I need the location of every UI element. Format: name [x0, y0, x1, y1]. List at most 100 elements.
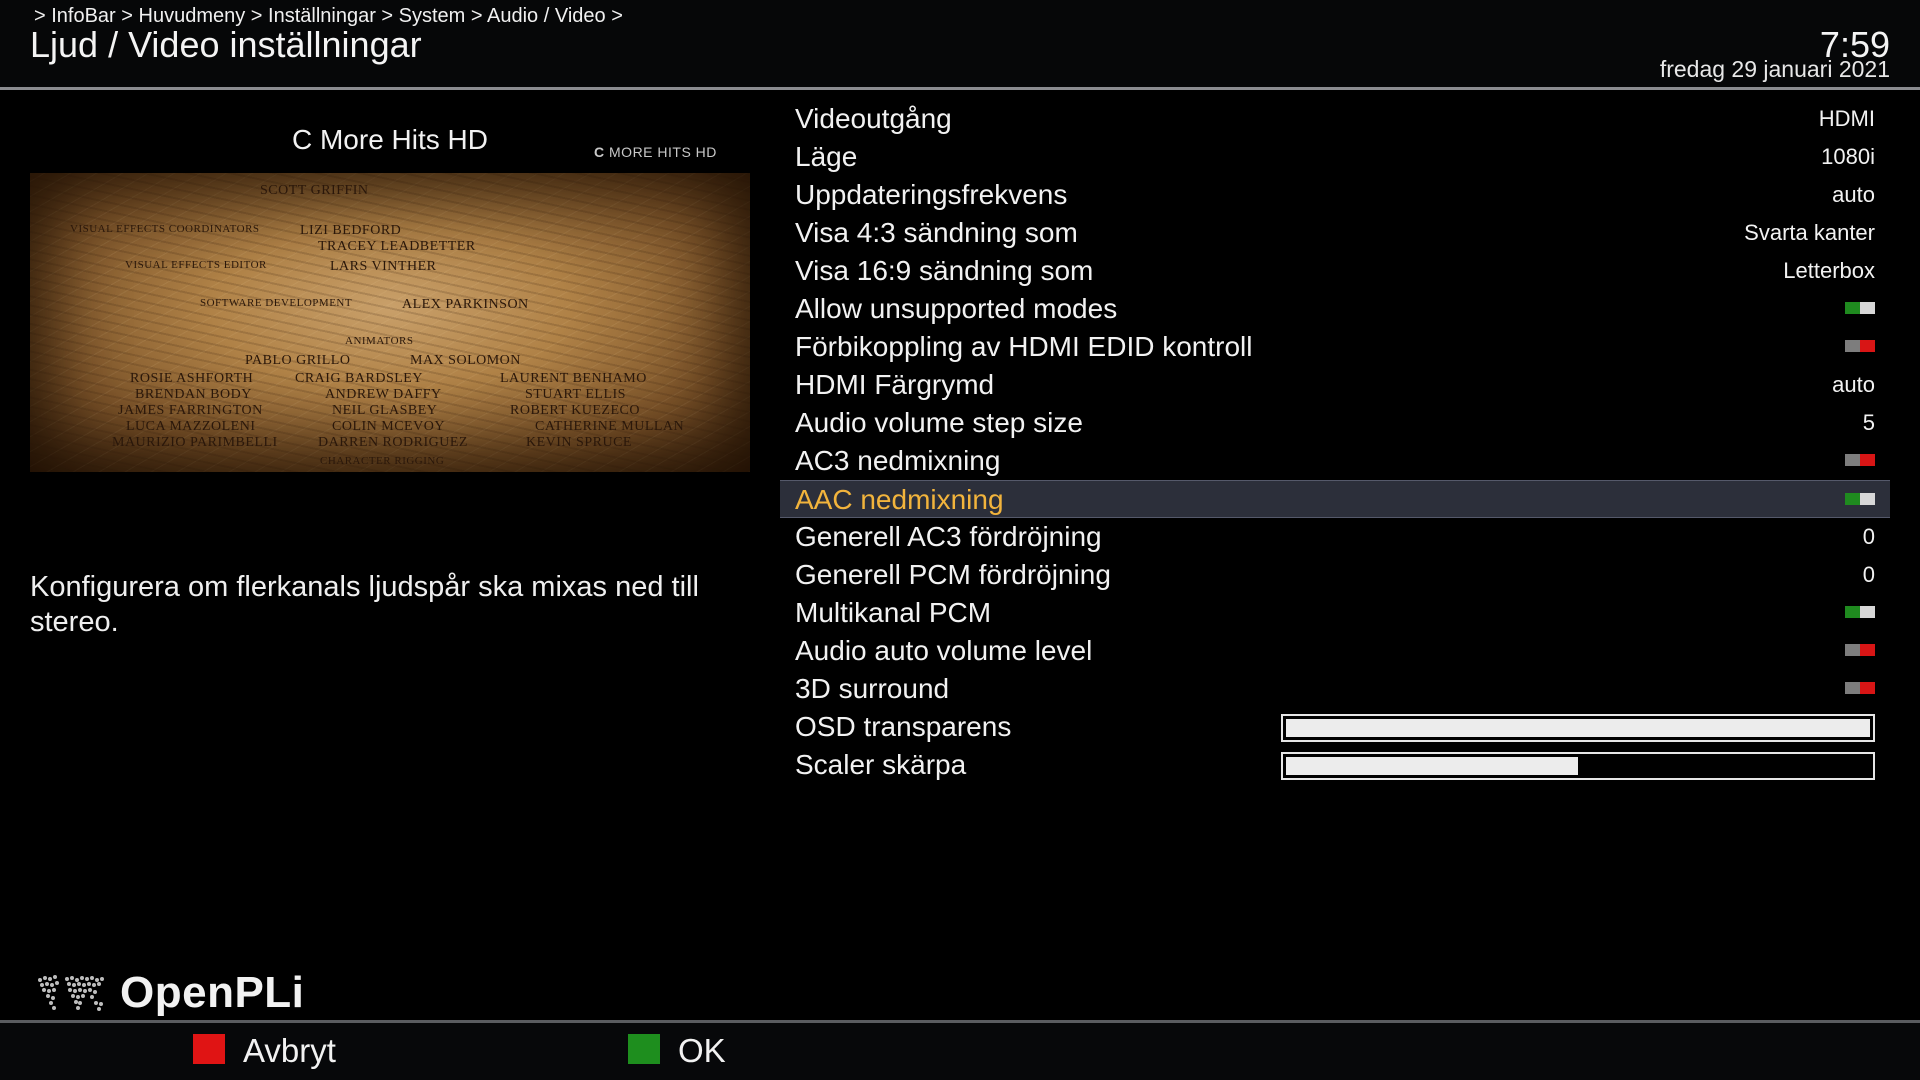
setting-row[interactable]: OSD transparens [780, 708, 1890, 746]
toggle-segment [1845, 644, 1860, 656]
toggle-segment [1845, 682, 1860, 694]
setting-label: Multikanal PCM [795, 597, 992, 628]
toggle-segment [1845, 340, 1860, 352]
setting-value[interactable]: 0 [1863, 556, 1875, 594]
slider-fill [1286, 757, 1578, 775]
setting-value[interactable]: auto [1832, 176, 1875, 214]
setting-row[interactable]: Scaler skärpa [780, 746, 1890, 784]
header-divider [0, 87, 1920, 90]
credit-text: Maurizio Parimbelli [112, 435, 278, 450]
setting-label: Audio auto volume level [795, 635, 1093, 666]
red-key-icon [193, 1034, 225, 1064]
setting-row[interactable]: Visa 16:9 sändning som Letterbox [780, 252, 1890, 290]
setting-value[interactable]: Letterbox [1783, 252, 1875, 290]
setting-label: HDMI Färgrymd [795, 369, 995, 400]
setting-row[interactable]: Läge 1080i [780, 138, 1890, 176]
slider-fill [1286, 719, 1870, 737]
setting-row[interactable]: Visa 4:3 sändning som Svarta kanter [780, 214, 1890, 252]
openpli-logo: OpenPLi [34, 968, 324, 1018]
brand-name: OpenPLi [120, 968, 305, 1017]
help-description: Konfigurera om flerkanals ljudspår ska m… [30, 571, 699, 638]
setting-label: AC3 nedmixning [795, 445, 1001, 476]
toggle-on-icon[interactable] [1845, 493, 1875, 505]
toggle-segment [1845, 302, 1860, 314]
toggle-segment [1860, 606, 1875, 618]
setting-row[interactable]: HDMI Färgrymd auto [780, 366, 1890, 404]
channel-logo-mark: C [594, 144, 605, 160]
setting-value[interactable]: auto [1832, 366, 1875, 404]
setting-label: Generell AC3 fördröjning [795, 521, 1102, 552]
setting-label: Visa 16:9 sändning som [795, 255, 1094, 286]
setting-value[interactable]: 5 [1863, 404, 1875, 442]
credit-text: Scott Griffin [260, 183, 369, 198]
toggle-segment [1845, 606, 1860, 618]
credit-text: Brendan Body [135, 387, 252, 402]
toggle-off-icon[interactable] [1845, 644, 1875, 656]
credit-text: Visual Effects Editor [125, 259, 267, 271]
credit-text: Neil Glasbey [332, 403, 438, 418]
setting-row[interactable]: AC3 nedmixning [780, 442, 1890, 480]
setting-value[interactable]: 0 [1863, 518, 1875, 556]
setting-label: Uppdateringsfrekvens [795, 179, 1068, 210]
toggle-on-icon[interactable] [1845, 302, 1875, 314]
toggle-segment [1860, 454, 1875, 466]
setting-slider[interactable] [1281, 714, 1875, 742]
credit-text: Lars Vinther [330, 259, 437, 274]
preview-credits: Scott Griffin Visual Effects Coordinators… [30, 173, 750, 472]
channel-logo: C MORE HITS HD [594, 144, 717, 160]
setting-label: OSD transparens [795, 711, 1012, 742]
setting-row[interactable]: Generell PCM fördröjning 0 [780, 556, 1890, 594]
toggle-off-icon[interactable] [1845, 682, 1875, 694]
toggle-segment [1860, 302, 1875, 314]
credit-text: Darren Rodriguez [318, 435, 468, 450]
setting-value[interactable]: HDMI [1819, 100, 1875, 138]
video-preview: Scott Griffin Visual Effects Coordinators… [30, 173, 750, 472]
credit-text: Max Solomon [410, 353, 521, 368]
credit-text: Alex Parkinson [402, 297, 529, 312]
setting-label: Förbikoppling av HDMI EDID kontroll [795, 331, 1253, 362]
ok-label: OK [678, 1032, 726, 1069]
credit-text: Character Rigging [320, 455, 445, 467]
setting-label: Läge [795, 141, 858, 172]
setting-row[interactable]: Uppdateringsfrekvens auto [780, 176, 1890, 214]
credit-text: Lizi Bedford [300, 223, 402, 238]
setting-row[interactable]: AAC nedmixning [780, 480, 1890, 518]
credit-text: Tracey Leadbetter [318, 239, 476, 254]
credit-text: Andrew Daffy [325, 387, 442, 402]
setting-row[interactable]: Audio auto volume level [780, 632, 1890, 670]
credit-text: Colin McEvoy [332, 419, 445, 434]
credit-text: Craig Bardsley [295, 371, 423, 386]
toggle-on-icon[interactable] [1845, 606, 1875, 618]
setting-label: Scaler skärpa [795, 749, 967, 780]
credit-text: Pablo Grillo [245, 353, 351, 368]
setting-row[interactable]: Förbikoppling av HDMI EDID kontroll [780, 328, 1890, 366]
toggle-segment [1860, 340, 1875, 352]
setting-slider[interactable] [1281, 752, 1875, 780]
toggle-segment [1845, 493, 1860, 505]
credit-text: Catherine Mullan [535, 419, 685, 434]
setting-row[interactable]: Audio volume step size 5 [780, 404, 1890, 442]
setting-label: Allow unsupported modes [795, 293, 1118, 324]
cancel-label: Avbryt [243, 1032, 336, 1069]
setting-label: Audio volume step size [795, 407, 1083, 438]
toggle-segment [1845, 454, 1860, 466]
setting-label: Videoutgång [795, 103, 952, 134]
setting-row[interactable]: 3D surround [780, 670, 1890, 708]
setting-row[interactable]: Generell AC3 fördröjning 0 [780, 518, 1890, 556]
toggle-segment [1860, 493, 1875, 505]
toggle-off-icon[interactable] [1845, 340, 1875, 352]
toggle-segment [1860, 682, 1875, 694]
setting-label: Generell PCM fördröjning [795, 559, 1111, 590]
globe-map-icon [38, 975, 104, 1011]
setting-row[interactable]: Multikanal PCM [780, 594, 1890, 632]
setting-value[interactable]: Svarta kanter [1744, 214, 1875, 252]
setting-row[interactable]: Videoutgång HDMI [780, 100, 1890, 138]
date-label: fredag 29 januari 2021 [1659, 56, 1890, 82]
toggle-segment [1860, 644, 1875, 656]
credit-text: Laurent Benhamo [500, 371, 647, 386]
toggle-off-icon[interactable] [1845, 454, 1875, 466]
credit-text: Visual Effects Coordinators [70, 223, 260, 235]
setting-row[interactable]: Allow unsupported modes [780, 290, 1890, 328]
credit-text: Stuart Ellis [525, 387, 626, 402]
setting-value[interactable]: 1080i [1821, 138, 1875, 176]
